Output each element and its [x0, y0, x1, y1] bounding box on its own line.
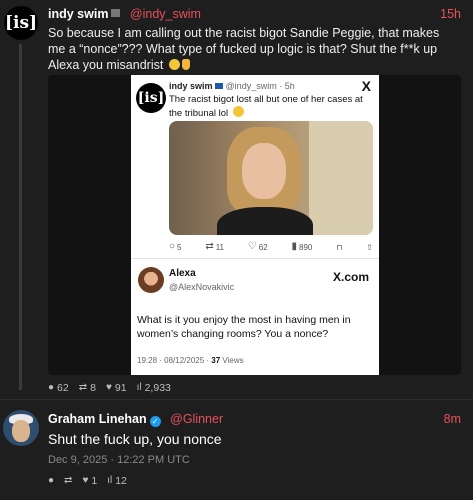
flag-icon: [111, 9, 121, 17]
quoted-photo: [169, 121, 373, 235]
post-divider: [0, 399, 473, 400]
views-button[interactable]: ıl 2,933: [137, 381, 171, 395]
like-count: 1: [91, 475, 98, 487]
repost-button[interactable]: ⇄ 8: [79, 381, 96, 395]
post1-body: So because I am calling out the racist b…: [48, 26, 440, 72]
quoted-like-count: 62: [258, 242, 268, 252]
reply-icon: ●: [48, 475, 55, 486]
laughing-emoji-icon: [232, 106, 244, 117]
quoted-text: The racist bigot lost all but one of her…: [169, 93, 369, 120]
repost-icon: ⇄: [64, 475, 73, 486]
views-icon: ıl: [107, 475, 113, 486]
like-count: 91: [114, 382, 127, 394]
author-handle[interactable]: @Glinner: [170, 412, 223, 426]
views-button[interactable]: ıl 12: [107, 475, 127, 487]
repost-icon: ⇄: [205, 241, 214, 252]
quoted-handle-time: @indy_swim · 5h: [225, 81, 295, 91]
alexa-avatar: [138, 267, 164, 293]
post-time[interactable]: 15h: [440, 7, 461, 21]
repost-icon: ⇄: [78, 382, 88, 393]
views-icon: ıl: [136, 382, 142, 393]
post2-date[interactable]: Dec 9, 2025 · 12:22 PM UTC: [48, 454, 190, 466]
like-button[interactable]: ♥ 91: [106, 381, 127, 395]
quoted-avatar: [is]: [136, 83, 166, 113]
avatar-graham-linehan[interactable]: [3, 410, 39, 446]
avatar-indy-swim[interactable]: [is]: [4, 6, 38, 40]
quoted-repost-count: 11: [215, 242, 225, 252]
quoted-repost-action: ⇄ 11: [205, 242, 224, 252]
share-icon: ⇧: [366, 242, 373, 252]
quoted-text-body: The racist bigot lost all but one of her…: [169, 94, 363, 119]
reply-count: 62: [57, 382, 69, 394]
alexa-name: Alexa: [169, 268, 196, 279]
quoted-views-action: ▮ 890: [292, 242, 313, 252]
post1-header: indy swim @indy_swim 15h: [48, 7, 461, 23]
like-button[interactable]: ♥ 1: [82, 475, 97, 487]
quoted-header: indy swim @indy_swim · 5h: [169, 81, 295, 91]
screenshot-image[interactable]: [is] indy swim @indy_swim · 5h X The rac…: [131, 75, 379, 375]
views-icon: ▮: [291, 241, 298, 252]
alexa-timestamp: 19:28 · 08/12/2025 ·: [137, 356, 212, 365]
author-name[interactable]: Graham Linehan: [48, 412, 147, 426]
heart-icon: ♥: [105, 382, 112, 393]
bookmark-icon: ⊓: [336, 242, 343, 252]
verified-badge-icon: ✓: [149, 416, 161, 427]
author-handle[interactable]: @indy_swim: [130, 7, 201, 21]
repost-button[interactable]: ⇄: [64, 475, 72, 487]
reply-icon: ○: [169, 241, 176, 252]
xcom-logo: X.com: [332, 270, 369, 284]
middle-finger-emoji-icon: [181, 59, 190, 70]
alexa-meta: 19:28 · 08/12/2025 · 37 Views: [137, 356, 244, 365]
post2-header: Graham Linehan ✓ @Glinner 8m: [48, 412, 461, 427]
reply-button[interactable]: ●: [48, 475, 54, 487]
views-count: 12: [115, 475, 127, 487]
heart-icon: ♡: [247, 241, 257, 252]
alexa-handle: @AlexNovakivic: [169, 282, 235, 292]
laughing-emoji-icon: [168, 59, 180, 70]
repost-count: 8: [90, 382, 96, 394]
post1-stats: ● 62 ⇄ 8 ♥ 91 ıl 2,933: [48, 381, 171, 395]
views-count: 2,933: [144, 382, 171, 394]
quoted-actions: ○ 5 ⇄ 11 ♡ 62 ▮ 890 ⊓ ⇧: [169, 241, 373, 253]
heart-icon: ♥: [82, 475, 89, 486]
alexa-views-label: Views: [220, 356, 244, 365]
quoted-name: indy swim: [169, 81, 213, 91]
post1-text: So because I am calling out the racist b…: [48, 25, 460, 73]
post-time[interactable]: 8m: [444, 412, 461, 426]
post2-stats: ● ⇄ ♥ 1 ıl 12: [48, 475, 127, 487]
thread-line: [19, 44, 22, 390]
scotland-flag-icon: [215, 83, 224, 89]
quoted-like-action: ♡ 62: [248, 242, 268, 252]
x-logo-icon: X: [361, 78, 371, 94]
author-name[interactable]: indy swim: [48, 7, 108, 21]
quoted-reply-action: ○ 5: [169, 242, 182, 252]
alexa-reply-text: What is it you enjoy the most in having …: [137, 314, 351, 340]
card-divider: [131, 258, 379, 259]
quoted-reply-count: 5: [177, 242, 182, 252]
alexa-views-count: 37: [211, 356, 221, 365]
quoted-views-count: 890: [299, 242, 313, 252]
reply-button[interactable]: ● 62: [48, 381, 69, 395]
reply-icon: ●: [48, 382, 55, 393]
post2-text: Shut the fuck up, you nonce: [48, 431, 222, 447]
